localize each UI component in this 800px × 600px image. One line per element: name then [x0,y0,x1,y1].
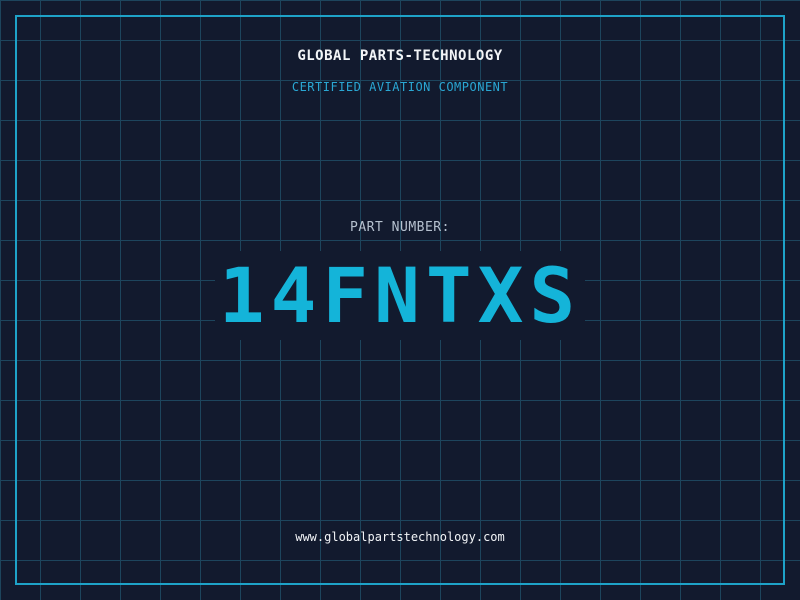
company-name: GLOBAL PARTS-TECHNOLOGY [297,48,503,64]
part-number-label: PART NUMBER: [350,220,450,235]
part-number-text: 14FNTXS [214,251,586,340]
part-number-value: 14FNTXS [0,251,800,340]
tagline: CERTIFIED AVIATION COMPONENT [291,80,509,94]
website-link[interactable]: www.globalpartstechnology.com [0,530,800,544]
